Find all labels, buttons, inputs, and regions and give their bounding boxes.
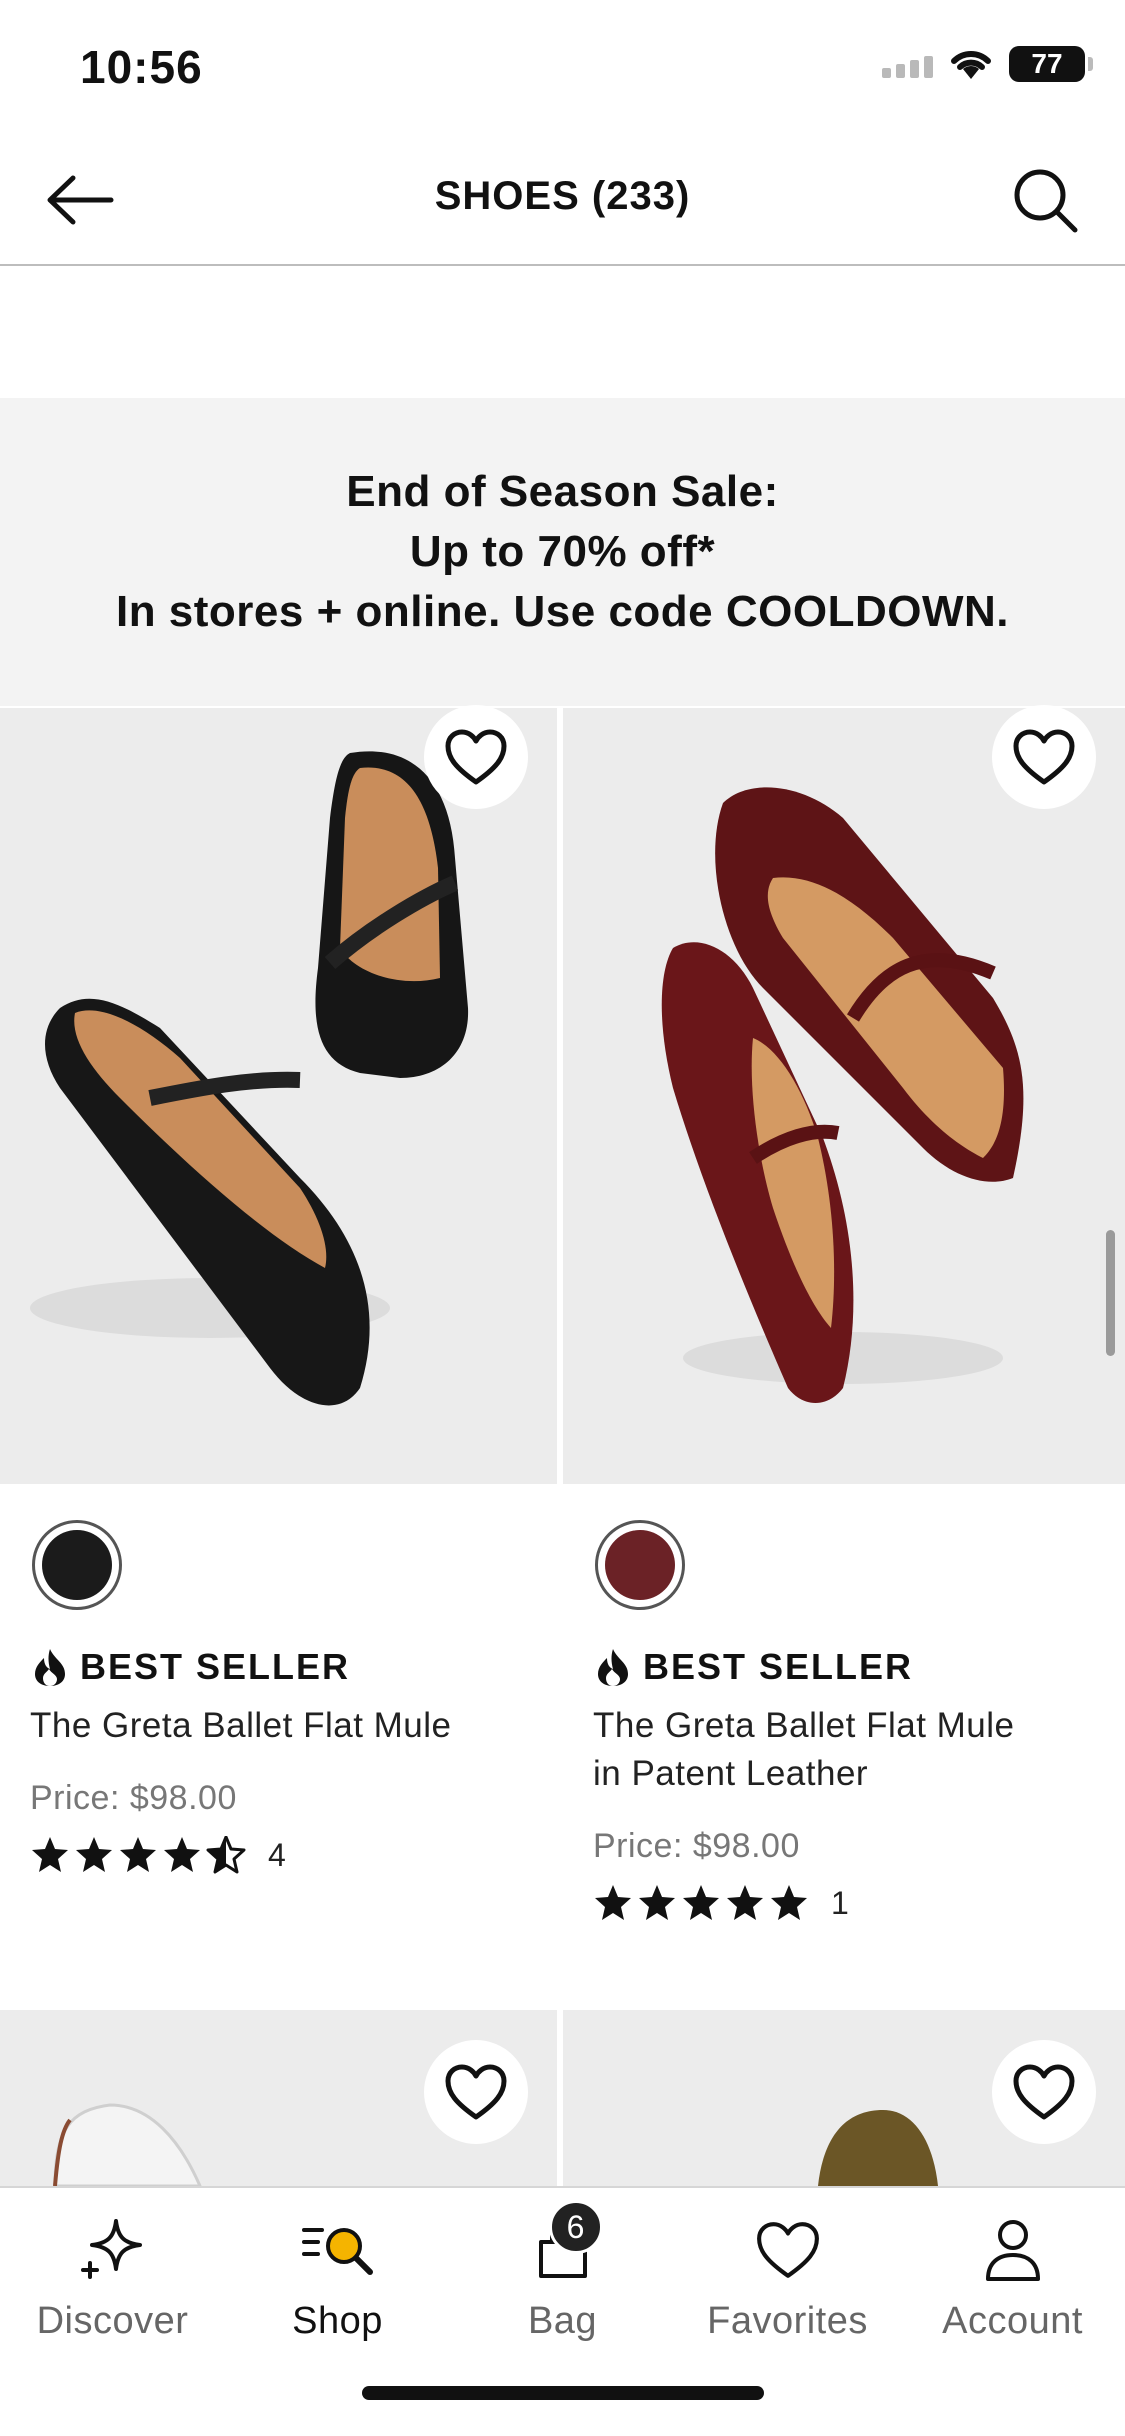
shop-search-icon — [288, 2210, 388, 2290]
tab-label: Discover — [36, 2300, 189, 2342]
promo-line-2: Up to 70% off* — [409, 527, 716, 576]
home-indicator[interactable] — [362, 2386, 764, 2400]
review-count: 1 — [831, 1884, 849, 1921]
heart-icon — [445, 729, 507, 785]
status-bar: 10:56 77 — [0, 0, 1125, 130]
page-title: SHOES (233) — [434, 174, 691, 218]
star-icon — [727, 1885, 763, 1920]
favorite-button[interactable] — [424, 2040, 528, 2144]
tab-label: Bag — [527, 2300, 598, 2342]
color-swatch[interactable] — [32, 1520, 122, 1610]
tab-label: Shop — [292, 2300, 383, 2342]
tab-account[interactable]: Account — [900, 2210, 1125, 2360]
best-seller-badge: BEST SELLER — [32, 1646, 350, 1688]
review-count: 4 — [268, 1836, 286, 1873]
search-icon — [1014, 169, 1078, 233]
star-icon — [639, 1885, 675, 1920]
burgundy-mule-shoes-image — [661, 787, 1024, 1403]
best-seller-badge: BEST SELLER — [595, 1646, 913, 1688]
star-icon — [683, 1885, 719, 1920]
favorite-button[interactable] — [992, 2040, 1096, 2144]
nav-header: SHOES (233) — [0, 130, 1125, 266]
scroll-indicator[interactable] — [1106, 1230, 1115, 1356]
status-time: 10:56 — [80, 41, 203, 93]
flame-icon — [35, 1649, 65, 1686]
star-icon — [32, 1837, 68, 1872]
star-half-icon — [206, 1836, 246, 1874]
product-image[interactable] — [563, 708, 1125, 1484]
favorite-button[interactable] — [424, 705, 528, 809]
status-icons: 77 — [882, 46, 1093, 82]
bag-icon: 6 — [513, 2200, 613, 2290]
flame-icon — [598, 1649, 628, 1686]
swatch-fill — [42, 1530, 112, 1600]
sparkle-icon — [63, 2210, 163, 2290]
tab-bag[interactable]: 6 Bag — [450, 2200, 675, 2360]
favorite-button[interactable] — [992, 705, 1096, 809]
badge-label: BEST SELLER — [643, 1646, 914, 1687]
promo-banner[interactable]: End of Season Sale: Up to 70% off* In st… — [0, 398, 1125, 706]
product-name[interactable]: The Greta Ballet Flat Mule — [30, 1702, 452, 1750]
heart-icon — [1013, 729, 1075, 785]
heart-icon — [445, 2064, 507, 2120]
search-button[interactable] — [1001, 156, 1089, 244]
badge-label: BEST SELLER — [80, 1646, 351, 1687]
promo-line-1: End of Season Sale: — [346, 467, 779, 516]
heart-icon — [1013, 2064, 1075, 2120]
product-price: Price: $98.00 — [30, 1779, 237, 1817]
tab-label: Favorites — [707, 2300, 868, 2342]
cellular-signal-icon — [882, 50, 933, 78]
star-icon — [595, 1885, 631, 1920]
bag-count-badge: 6 — [548, 2200, 603, 2254]
tab-favorites[interactable]: Favorites — [675, 2210, 900, 2360]
black-mule-shoes-image — [30, 751, 469, 1406]
tab-label: Account — [942, 2300, 1083, 2342]
person-icon — [963, 2210, 1063, 2290]
tab-shop[interactable]: Shop — [225, 2210, 450, 2360]
product-rating: 1 — [593, 1884, 849, 1922]
color-swatch[interactable] — [595, 1520, 685, 1610]
battery-icon: 77 — [1009, 46, 1093, 82]
product-rating: 4 — [30, 1836, 286, 1874]
product-price: Price: $98.00 — [593, 1827, 800, 1865]
product-name-line-2: in Patent Leather — [593, 1754, 869, 1793]
star-icon — [120, 1837, 156, 1872]
product-name[interactable]: The Greta Ballet Flat Mule in Patent Lea… — [593, 1702, 1015, 1798]
star-icon — [76, 1837, 112, 1872]
tab-discover[interactable]: Discover — [0, 2210, 225, 2360]
wifi-icon — [951, 50, 991, 79]
product-image[interactable] — [0, 708, 557, 1484]
promo-line-3: In stores + online. Use code COOLDOWN. — [115, 587, 1010, 636]
heart-icon — [738, 2210, 838, 2290]
swatch-fill — [605, 1530, 675, 1600]
product-name-line-1: The Greta Ballet Flat Mule — [593, 1706, 1015, 1745]
star-icon — [164, 1837, 200, 1872]
star-icon — [771, 1885, 807, 1920]
